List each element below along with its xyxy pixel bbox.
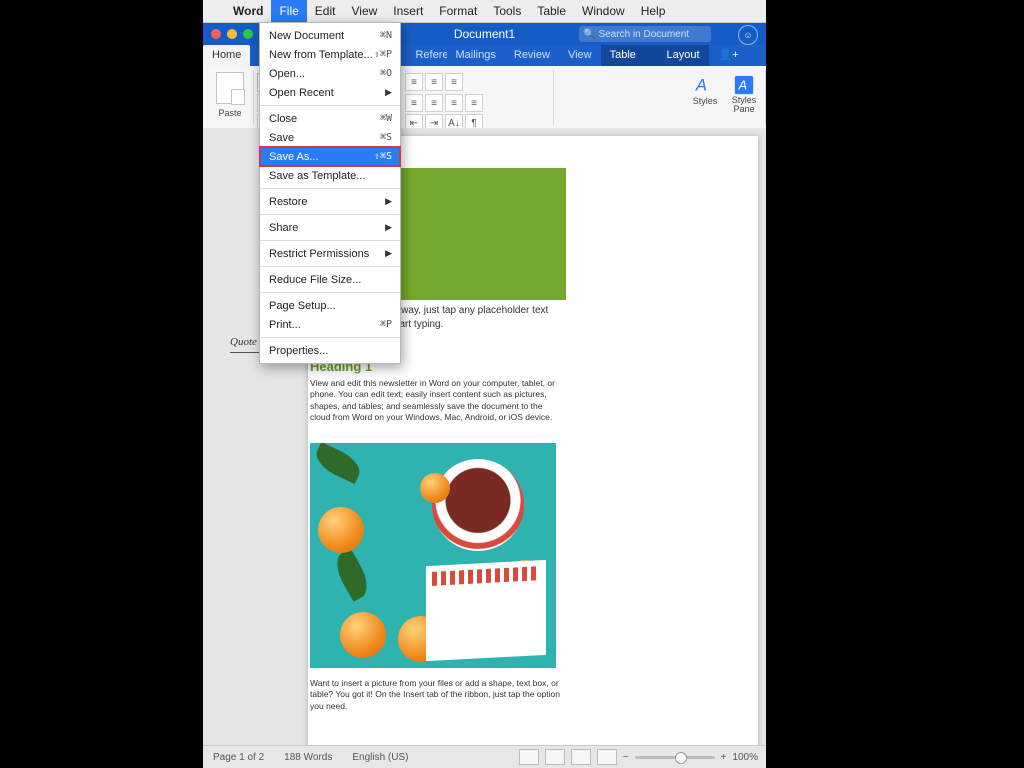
leaf-icon — [330, 548, 375, 602]
menu-item-share[interactable]: Share▶ — [260, 218, 400, 237]
svg-text:A: A — [738, 78, 748, 93]
document-title: Document1 — [454, 27, 515, 41]
chevron-right-icon: ▶ — [385, 196, 392, 207]
styles-icon[interactable]: A — [694, 74, 716, 96]
menu-view[interactable]: View — [343, 0, 385, 22]
view-draft-button[interactable] — [597, 749, 617, 765]
tab-table-design[interactable]: Table Design — [601, 45, 658, 66]
mac-menubar[interactable]: Word File Edit View Insert Format Tools … — [203, 0, 766, 23]
align-right-button[interactable]: ≡ — [445, 94, 463, 112]
styles-pane-label: Styles Pane — [727, 96, 761, 114]
traffic-lights[interactable] — [203, 29, 253, 39]
menu-table[interactable]: Table — [529, 0, 574, 22]
menu-format[interactable]: Format — [431, 0, 485, 22]
menu-item-open-recent[interactable]: Open Recent▶ — [260, 83, 400, 102]
app-name[interactable]: Word — [225, 4, 271, 18]
quote-placeholder[interactable]: Quote — [230, 336, 257, 348]
zoom-out-button[interactable]: − — [623, 752, 629, 763]
zoom-level[interactable]: 100% — [732, 752, 758, 763]
word-count[interactable]: 188 Words — [274, 752, 342, 763]
menu-tools[interactable]: Tools — [485, 0, 529, 22]
paste-group[interactable]: Paste — [207, 70, 254, 125]
menu-insert[interactable]: Insert — [385, 0, 431, 22]
tab-view[interactable]: View — [559, 45, 601, 66]
search-input[interactable]: 🔍 Search in Document — [579, 26, 711, 42]
tab-layout[interactable]: Layout — [658, 45, 709, 66]
chevron-right-icon: ▶ — [385, 87, 392, 98]
search-icon: 🔍 — [583, 29, 595, 40]
menu-edit[interactable]: Edit — [307, 0, 344, 22]
body-paragraph[interactable]: View and edit this newsletter in Word on… — [310, 378, 560, 424]
menu-item-save-as[interactable]: Save As...⇧⌘S — [260, 147, 400, 166]
clipboard-icon — [216, 72, 244, 104]
menu-item-new-from-template[interactable]: New from Template...⇧⌘P — [260, 45, 400, 64]
menu-item-page-setup[interactable]: Page Setup... — [260, 296, 400, 315]
multilevel-button[interactable]: ≡ — [445, 73, 463, 91]
svg-text:A: A — [695, 77, 707, 95]
menu-file[interactable]: File — [271, 0, 306, 22]
caption-text[interactable]: Want to insert a picture from your files… — [310, 678, 560, 712]
view-outline-button[interactable] — [571, 749, 591, 765]
bullets-button[interactable]: ≡ — [405, 73, 423, 91]
bowl-icon — [432, 459, 524, 551]
view-print-layout-button[interactable] — [519, 749, 539, 765]
file-menu-dropdown: New Document⌘NNew from Template...⇧⌘POpe… — [259, 22, 401, 364]
styles-pane-icon[interactable]: A — [733, 74, 755, 96]
status-bar: Page 1 of 2 188 Words English (US) − + 1… — [203, 745, 766, 768]
menu-window[interactable]: Window — [574, 0, 633, 22]
menu-item-restore[interactable]: Restore▶ — [260, 192, 400, 211]
menu-item-restrict-permissions[interactable]: Restrict Permissions▶ — [260, 244, 400, 263]
search-placeholder: Search in Document — [598, 29, 689, 40]
view-web-layout-button[interactable] — [545, 749, 565, 765]
leaf-icon — [311, 443, 365, 484]
document-image[interactable] — [310, 443, 556, 668]
align-left-button[interactable]: ≡ — [405, 94, 423, 112]
minimize-icon[interactable] — [227, 29, 237, 39]
menu-item-save[interactable]: Save⌘S — [260, 128, 400, 147]
paragraph-group: ≡ ≡ ≡ ≡ ≡ ≡ ≡ ⇤ ⇥ A↓ ¶ — [403, 70, 554, 125]
tab-mailings[interactable]: Mailings — [447, 45, 505, 66]
menu-item-close[interactable]: Close⌘W — [260, 109, 400, 128]
paste-label: Paste — [207, 108, 253, 118]
chevron-right-icon: ▶ — [385, 248, 392, 259]
align-center-button[interactable]: ≡ — [425, 94, 443, 112]
peach-icon — [318, 507, 364, 553]
zoom-in-button[interactable]: + — [721, 752, 727, 763]
zoom-icon[interactable] — [243, 29, 253, 39]
justify-button[interactable]: ≡ — [465, 94, 483, 112]
menu-item-reduce-file-size[interactable]: Reduce File Size... — [260, 270, 400, 289]
chevron-right-icon: ▶ — [385, 222, 392, 233]
menu-item-new-document[interactable]: New Document⌘N — [260, 26, 400, 45]
peach-icon — [340, 612, 386, 658]
close-icon[interactable] — [211, 29, 221, 39]
styles-label: Styles — [689, 96, 721, 106]
menu-help[interactable]: Help — [633, 0, 674, 22]
tab-home[interactable]: Home — [203, 45, 250, 66]
styles-group: A Styles A Styles Pane — [685, 70, 766, 125]
menu-item-properties[interactable]: Properties... — [260, 341, 400, 360]
tab-references[interactable]: References — [406, 45, 446, 66]
share-button[interactable]: 👤+ Share ▾ — [709, 45, 766, 66]
zoom-slider[interactable] — [635, 756, 715, 759]
menu-item-print[interactable]: Print...⌘P — [260, 315, 400, 334]
user-icon[interactable]: ☺ — [738, 25, 758, 45]
peach-icon — [420, 473, 450, 503]
numbering-button[interactable]: ≡ — [425, 73, 443, 91]
page-indicator[interactable]: Page 1 of 2 — [203, 752, 274, 763]
language-indicator[interactable]: English (US) — [342, 752, 418, 763]
napkin-icon — [426, 560, 546, 661]
tab-review[interactable]: Review — [505, 45, 559, 66]
menu-item-save-as-template[interactable]: Save as Template... — [260, 166, 400, 185]
menu-item-open[interactable]: Open...⌘O — [260, 64, 400, 83]
